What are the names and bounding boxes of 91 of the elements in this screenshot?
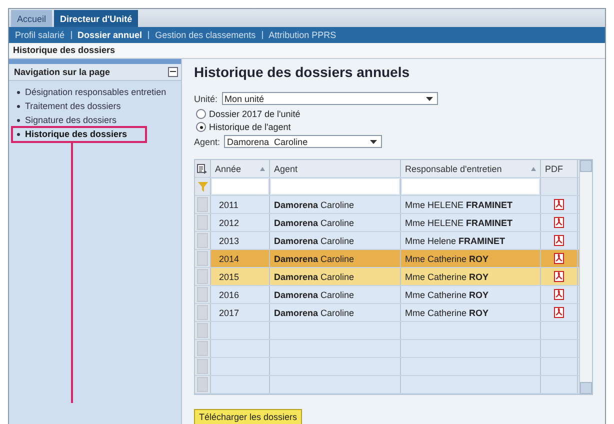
row-selector[interactable] xyxy=(197,341,208,356)
row-selector[interactable] xyxy=(197,215,208,230)
table-settings-icon[interactable] xyxy=(197,164,207,174)
table-cell: 2017 xyxy=(211,304,270,321)
field-label: Agent: xyxy=(194,136,220,146)
table-cell: Damorena Caroline xyxy=(270,250,401,267)
table-row[interactable]: 2011 Damorena Caroline Mme HELENE FRAMINET xyxy=(195,196,579,214)
radio-option[interactable]: Historique de l'agent xyxy=(194,122,593,133)
pdf-icon[interactable] xyxy=(554,217,564,228)
bullet-icon xyxy=(17,91,20,94)
bullet-icon xyxy=(17,105,20,108)
sidebar-item-label: Traitement des dossiers xyxy=(25,100,121,113)
sidebar-item-label: Signature des dossiers xyxy=(25,114,117,127)
table-cell: Mme Catherine ROY xyxy=(401,268,541,285)
table-cell: 2012 xyxy=(211,214,270,231)
table-row[interactable]: 2014 Damorena Caroline Mme Catherine ROY xyxy=(195,250,579,268)
table-cell: Damorena Caroline xyxy=(270,286,401,303)
table-cell: Mme Catherine ROY xyxy=(401,304,541,321)
table-cell: 2015 xyxy=(211,268,270,285)
table-cell: Damorena Caroline xyxy=(270,196,401,213)
sidebar-item[interactable]: Traitement des dossiers xyxy=(13,100,177,113)
dropdown-caret-icon xyxy=(370,140,378,144)
pdf-icon[interactable] xyxy=(554,307,564,318)
table-cell: Damorena Caroline xyxy=(270,214,401,231)
field-label: Unité: xyxy=(194,94,218,104)
table-row[interactable]: 2016 Damorena Caroline Mme Catherine ROY xyxy=(195,286,579,304)
dropdown-caret-icon xyxy=(426,96,433,100)
column-header[interactable]: Année xyxy=(211,160,270,177)
row-selector[interactable] xyxy=(197,251,208,266)
tab[interactable]: Directeur d'Unité xyxy=(54,10,138,27)
sidebar-item-label: Historique des dossiers xyxy=(25,128,128,141)
row-selector[interactable] xyxy=(197,323,208,338)
table-cell: 2016 xyxy=(211,286,270,303)
filter-field[interactable] xyxy=(402,179,539,194)
filter-icon[interactable] xyxy=(198,182,208,192)
radio-button[interactable] xyxy=(196,122,206,132)
sort-icon[interactable] xyxy=(531,166,536,170)
subnav-link[interactable]: Attribution PPRS xyxy=(268,30,336,40)
scrollbar[interactable] xyxy=(579,160,592,394)
row-selector[interactable] xyxy=(197,377,208,392)
row-selector[interactable] xyxy=(197,197,208,212)
agent-dropdown[interactable]: Damorena Caroline xyxy=(224,135,382,148)
column-header[interactable]: Agent xyxy=(270,160,401,177)
subnav-link[interactable]: Dossier annuel xyxy=(78,30,142,40)
unit-dropdown[interactable]: Mon unité xyxy=(222,92,438,105)
table-cell: 2013 xyxy=(211,232,270,249)
table-cell: Damorena Caroline xyxy=(270,304,401,321)
pdf-icon[interactable] xyxy=(554,271,564,282)
table-row[interactable]: 2015 Damorena Caroline Mme Catherine ROY xyxy=(195,268,579,286)
pdf-icon[interactable] xyxy=(554,253,564,264)
row-selector[interactable] xyxy=(197,233,208,248)
column-header[interactable]: PDF xyxy=(541,160,578,177)
table-row[interactable]: 2013 Damorena Caroline Mme Helene FRAMINET xyxy=(195,232,579,250)
table-cell: Mme HELENE FRAMINET xyxy=(401,196,541,213)
sidebar-title: Navigation sur la page xyxy=(14,67,110,77)
row-selector[interactable] xyxy=(197,359,208,374)
tab[interactable]: Accueil xyxy=(11,10,52,27)
radio-option[interactable]: Dossier 2017 de l'unité xyxy=(194,108,593,120)
pdf-icon[interactable] xyxy=(554,199,564,210)
row-selector[interactable] xyxy=(197,269,208,284)
radio-label: Dossier 2017 de l'unité xyxy=(209,108,300,119)
sidebar-item[interactable]: Signature des dossiers xyxy=(13,114,177,127)
column-header[interactable]: Responsable d'entretien xyxy=(401,160,541,177)
subnav-link[interactable]: Profil salarié xyxy=(15,30,65,40)
bullet-icon xyxy=(17,119,20,122)
download-button[interactable]: Télécharger les dossiers xyxy=(194,409,302,424)
page-breadcrumb: Historique des dossiers xyxy=(9,43,605,59)
collapse-icon[interactable] xyxy=(168,67,178,77)
table-cell: 2014 xyxy=(211,250,270,267)
row-selector[interactable] xyxy=(197,287,208,302)
page-title: Historique des dossiers annuels xyxy=(194,64,411,80)
table-cell: Mme Helene FRAMINET xyxy=(401,232,541,249)
radio-button[interactable] xyxy=(196,108,206,119)
table-cell: Mme Catherine ROY xyxy=(401,250,541,267)
table-cell: 2011 xyxy=(211,196,270,213)
table-row[interactable]: 2017 Damorena Caroline Mme Catherine ROY xyxy=(195,304,579,322)
table-cell: Mme HELENE FRAMINET xyxy=(401,214,541,231)
subnav-link[interactable]: Gestion des classements xyxy=(155,30,256,40)
table-cell: Damorena Caroline xyxy=(270,232,401,249)
sidebar-item[interactable]: Historique des dossiers xyxy=(13,128,145,141)
filter-field[interactable] xyxy=(271,179,399,194)
sort-icon[interactable] xyxy=(260,166,265,170)
table-cell: Damorena Caroline xyxy=(270,268,401,285)
table-row[interactable]: 2012 Damorena Caroline Mme HELENE FRAMINET xyxy=(195,214,579,232)
radio-label: Historique de l'agent xyxy=(209,122,291,132)
table-cell: Mme Catherine ROY xyxy=(401,286,541,303)
row-selector[interactable] xyxy=(197,305,208,320)
bullet-icon xyxy=(17,133,20,136)
filter-field[interactable] xyxy=(212,179,268,194)
pdf-icon[interactable] xyxy=(554,289,564,300)
pdf-icon[interactable] xyxy=(554,235,564,246)
